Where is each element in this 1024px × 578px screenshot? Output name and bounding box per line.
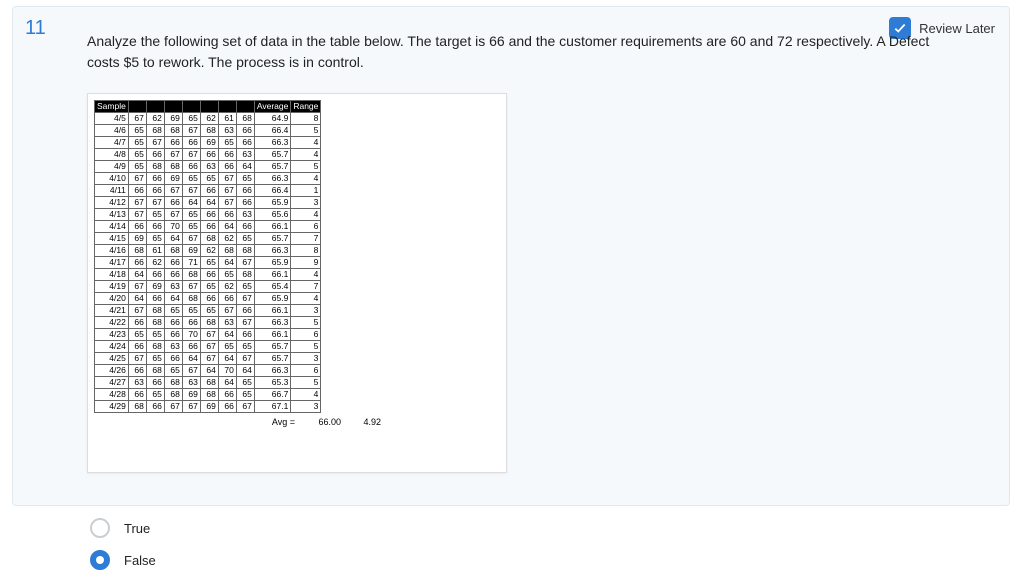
question-prompt: Analyze the following set of data in the… — [87, 31, 957, 73]
answer-options: True False — [90, 518, 156, 570]
table-row: 4/66568686768636666.45 — [95, 125, 321, 137]
table-row: 4/116666676766676666.41 — [95, 185, 321, 197]
table-row: 4/266668656764706466.36 — [95, 365, 321, 377]
data-table-container: Sample Average Range 4/56762696562616864… — [87, 93, 507, 473]
table-row: 4/106766696565676566.34 — [95, 173, 321, 185]
table-row: 4/166861686962686866.38 — [95, 245, 321, 257]
table-row: 4/226668666668636766.35 — [95, 317, 321, 329]
table-row: 4/136765676566666365.64 — [95, 209, 321, 221]
option-true[interactable]: True — [90, 518, 156, 538]
table-row: 4/286665686968666566.74 — [95, 389, 321, 401]
table-row: 4/56762696562616864.98 — [95, 113, 321, 125]
question-number: 11 — [25, 17, 46, 40]
data-table: Sample Average Range 4/56762696562616864… — [94, 100, 321, 413]
footer-range: 4.92 — [341, 417, 381, 427]
table-row: 4/186466666866656866.14 — [95, 269, 321, 281]
table-row: 4/246668636667656565.75 — [95, 341, 321, 353]
option-false[interactable]: False — [90, 550, 156, 570]
table-row: 4/236565667067646666.16 — [95, 329, 321, 341]
question-card: 11 Review Later Analyze the following se… — [12, 6, 1010, 506]
table-row: 4/276366686368646565.35 — [95, 377, 321, 389]
table-header-row: Sample Average Range — [95, 101, 321, 113]
radio-icon — [90, 518, 110, 538]
col-range: Range — [291, 101, 321, 113]
table-row: 4/96568686663666465.75 — [95, 161, 321, 173]
table-row: 4/216768656565676666.13 — [95, 305, 321, 317]
table-row: 4/126767666464676665.93 — [95, 197, 321, 209]
table-row: 4/296866676769666767.13 — [95, 401, 321, 413]
option-true-label: True — [124, 521, 150, 536]
table-row: 4/146666706566646666.16 — [95, 221, 321, 233]
radio-icon — [90, 550, 110, 570]
table-row: 4/256765666467646765.73 — [95, 353, 321, 365]
table-row: 4/76567666669656666.34 — [95, 137, 321, 149]
table-row: 4/176662667165646765.99 — [95, 257, 321, 269]
table-row: 4/156965646768626565.77 — [95, 233, 321, 245]
table-row: 4/196769636765626565.47 — [95, 281, 321, 293]
table-row: 4/86566676766666365.74 — [95, 149, 321, 161]
table-footer: Avg = 66.00 4.92 — [94, 417, 500, 427]
question-stage: 11 Review Later Analyze the following se… — [0, 0, 1024, 578]
col-sample: Sample — [95, 101, 129, 113]
footer-avg: 66.00 — [301, 417, 341, 427]
col-average: Average — [254, 101, 291, 113]
option-false-label: False — [124, 553, 156, 568]
footer-label: Avg = — [94, 417, 301, 427]
table-row: 4/206466646866666765.94 — [95, 293, 321, 305]
